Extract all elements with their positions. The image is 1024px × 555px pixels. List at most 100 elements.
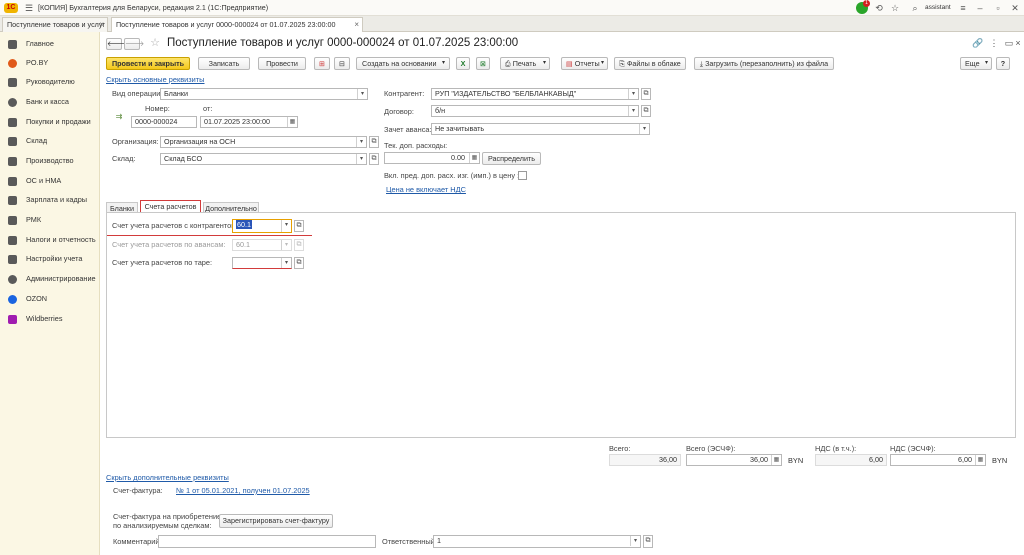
chevron-down-icon[interactable]: ▾ — [628, 106, 638, 116]
menu-icon[interactable]: ☰ — [24, 3, 34, 13]
sidebar-item-taxes[interactable]: Налоги и отчетность — [0, 231, 100, 249]
calculator-icon[interactable]: ▦ — [975, 455, 985, 465]
responsible-select[interactable]: 1 ▾ — [433, 535, 641, 548]
open-link-icon[interactable]: ⧉ — [641, 105, 651, 117]
sidebar-item-salary[interactable]: Зарплата и кадры — [0, 191, 100, 209]
register-invoice-button[interactable]: Зарегистрировать счет-фактуру — [219, 514, 333, 528]
vat-label: НДС (в т.ч.): — [815, 444, 857, 453]
sidebar-item-administration[interactable]: Администрирование — [0, 270, 100, 288]
back-button[interactable]: 🡐 — [106, 38, 126, 50]
tare-account-field[interactable]: ▾ — [232, 257, 292, 269]
open-link-icon[interactable]: ⧉ — [369, 153, 379, 165]
tab-receipts-list[interactable]: Поступление товаров и услуг × — [2, 17, 108, 32]
calculator-icon[interactable]: ▦ — [469, 153, 479, 163]
sidebar-item-bank[interactable]: Банк и касса — [0, 93, 100, 111]
favorites-icon[interactable]: ☆ — [890, 3, 900, 13]
more-button[interactable]: Еще ▾ — [960, 57, 992, 70]
post-button[interactable]: Провести — [258, 57, 306, 70]
excel-load-icon[interactable]: ⊠ — [476, 57, 490, 70]
sidebar-item-ozon[interactable]: OZON — [0, 290, 100, 308]
date-label: от: — [203, 104, 213, 113]
organization-select[interactable]: Организация на ОСН ▾ — [160, 136, 367, 148]
distribute-button[interactable]: Распределить — [482, 152, 541, 165]
reports-button[interactable]: ▤ Отчеты ▾ — [561, 57, 608, 70]
print-button[interactable]: ⎙ Печать ▾ — [500, 57, 550, 70]
files-cloud-button[interactable]: ⎘ Файлы в облаке — [614, 57, 686, 70]
calculator-icon[interactable]: ▦ — [771, 455, 781, 465]
chevron-down-icon[interactable]: ▾ — [630, 536, 640, 546]
create-based-on-button[interactable]: Создать на основании ▾ — [356, 57, 450, 70]
link-icon[interactable]: 🔗 — [972, 38, 983, 48]
help-button[interactable]: ? — [996, 57, 1010, 70]
sidebar-item-wildberries[interactable]: Wildberries — [0, 310, 100, 328]
counterparty-select[interactable]: РУП "ИЗДАТЕЛЬСТВО "БЕЛБЛАНКАВЫД" ▾ — [431, 88, 639, 100]
sidebar-item-main[interactable]: Главное — [0, 35, 100, 53]
load-from-file-button[interactable]: ⤓ Загрузить (перезаполнить) из файла — [694, 57, 834, 70]
open-link-icon[interactable]: ⧉ — [294, 220, 304, 232]
sidebar-item-purchases[interactable]: Покупки и продажи — [0, 113, 100, 131]
sidebar-item-pos[interactable]: РМК — [0, 211, 100, 229]
comment-field[interactable] — [158, 535, 376, 548]
open-link-icon[interactable]: ⧉ — [643, 535, 653, 548]
excel-icon[interactable]: X — [456, 57, 470, 70]
counterparty-account-field[interactable]: 60.1 ▾ — [232, 219, 292, 233]
include-costs-checkbox[interactable] — [518, 171, 527, 180]
minimize-icon[interactable]: – — [975, 3, 985, 13]
chevron-down-icon[interactable]: ▾ — [628, 89, 638, 99]
close-icon[interactable]: ✕ — [1010, 3, 1020, 13]
chevron-down-icon[interactable]: ▾ — [356, 154, 366, 164]
numbering-icon[interactable]: ⇉ — [113, 112, 125, 122]
operation-type-select[interactable]: Бланки ▾ — [160, 88, 368, 100]
hide-additional-details-link[interactable]: Скрыть дополнительные реквизиты — [106, 473, 229, 483]
number-field[interactable]: 0000-000024 — [131, 116, 197, 128]
close-icon[interactable]: × — [1013, 38, 1023, 48]
chevron-down-icon[interactable]: ▾ — [281, 220, 291, 232]
hide-main-details-link[interactable]: Скрыть основные реквизиты — [106, 75, 205, 85]
chevron-down-icon: ▾ — [984, 60, 988, 66]
printer-icon: ⎙ — [505, 59, 513, 68]
vat-esf-field[interactable]: 6,00 ▦ — [890, 454, 986, 466]
open-link-icon[interactable]: ⧉ — [294, 257, 304, 269]
chevron-down-icon[interactable]: ▾ — [357, 89, 367, 99]
warehouse-select[interactable]: Склад БСО ▾ — [160, 153, 367, 165]
structure-icon[interactable]: ⊟ — [334, 57, 350, 70]
history-icon[interactable]: ⟲ — [874, 3, 884, 13]
calendar-icon[interactable]: ▦ — [287, 117, 297, 127]
invoice-link[interactable]: № 1 от 05.01.2021, получен 01.07.2025 — [176, 486, 310, 496]
forward-button[interactable]: 🡒 — [124, 38, 144, 50]
chevron-down-icon[interactable]: ▾ — [356, 137, 366, 147]
settings-icon[interactable]: ≡ — [958, 3, 968, 13]
sidebar-item-poby[interactable]: PO.BY — [0, 54, 100, 72]
sidebar-item-production[interactable]: Производство — [0, 152, 100, 170]
sidebar-item-manager[interactable]: Руководителю — [0, 73, 100, 91]
open-link-icon[interactable]: ⧉ — [641, 88, 651, 100]
tare-account-label: Счет учета расчетов по таре: — [112, 258, 213, 267]
restore-icon[interactable]: ▫ — [993, 3, 1003, 13]
close-icon[interactable]: × — [99, 18, 104, 32]
close-icon[interactable]: × — [354, 18, 359, 32]
contract-select[interactable]: б/н ▾ — [431, 105, 639, 117]
sidebar-item-accounting-settings[interactable]: Настройки учета — [0, 250, 100, 268]
additional-costs-field[interactable]: 0.00 ▦ — [384, 152, 480, 164]
search-icon[interactable]: ⌕ — [910, 3, 920, 13]
vat-value: 6,00 — [815, 454, 887, 466]
total-esf-field[interactable]: 36,00 ▦ — [686, 454, 782, 466]
chevron-down-icon[interactable]: ▾ — [281, 258, 291, 268]
sidebar-item-fixed-assets[interactable]: ОС и НМА — [0, 172, 100, 190]
posting-icon[interactable]: ⊞ — [314, 57, 330, 70]
chevron-down-icon: ▾ — [542, 60, 546, 66]
open-link-icon[interactable]: ⧉ — [369, 136, 379, 148]
more-vertical-icon[interactable]: ⋮ — [989, 38, 999, 48]
user-name[interactable]: assistant — [925, 3, 951, 13]
date-field[interactable]: 01.07.2025 23:00:00 ▦ — [200, 116, 298, 128]
comment-label: Комментарий: — [113, 537, 162, 546]
gear-icon — [8, 59, 17, 68]
sidebar-item-warehouse[interactable]: Склад — [0, 132, 100, 150]
tab-receipt-document[interactable]: Поступление товаров и услуг 0000-000024 … — [111, 17, 363, 32]
post-and-close-button[interactable]: Провести и закрыть — [106, 57, 190, 70]
chevron-down-icon[interactable]: ▾ — [639, 124, 649, 134]
vat-not-included-link[interactable]: Цена не включает НДС — [386, 185, 466, 195]
save-button[interactable]: Записать — [198, 57, 250, 70]
favorite-star-icon[interactable]: ☆ — [149, 37, 161, 49]
advance-offset-select[interactable]: Не зачитывать ▾ — [431, 123, 650, 135]
